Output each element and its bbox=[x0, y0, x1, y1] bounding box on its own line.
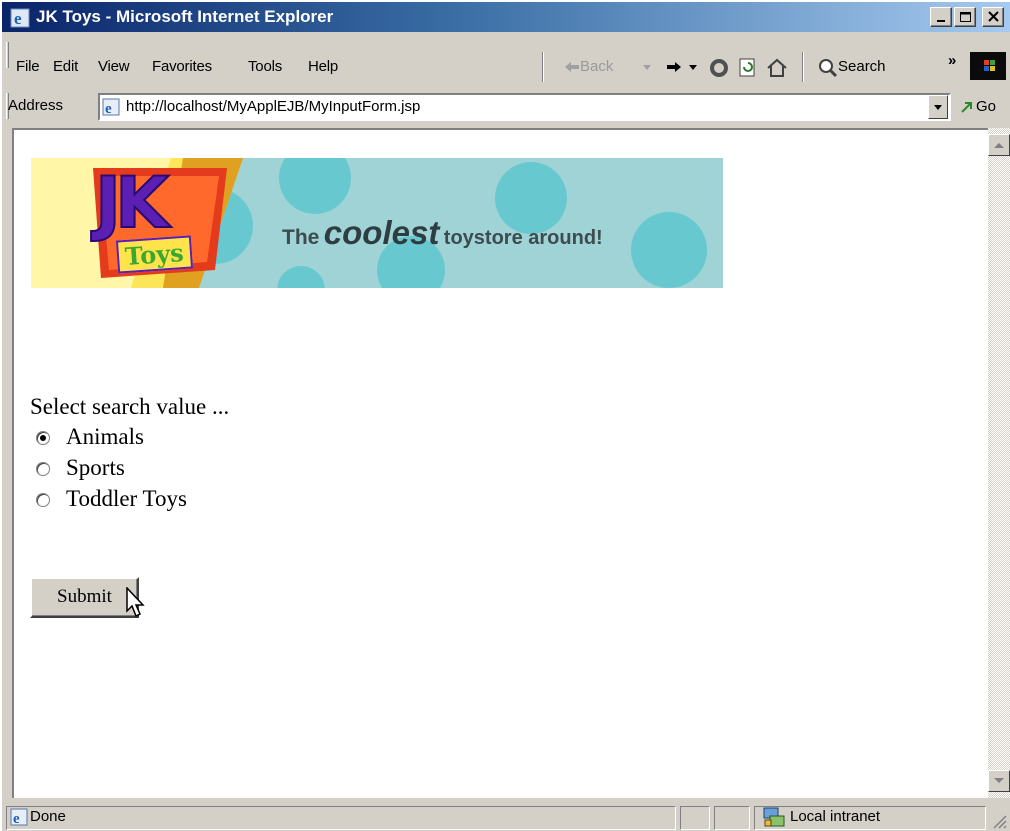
search-button[interactable]: Search bbox=[818, 54, 928, 80]
minimize-button[interactable] bbox=[930, 7, 952, 27]
svg-text:e: e bbox=[13, 811, 20, 826]
back-button[interactable]: Back bbox=[562, 54, 657, 80]
ie-logo-icon: e bbox=[10, 8, 30, 28]
vertical-scrollbar[interactable] bbox=[988, 128, 1010, 798]
menu-view[interactable]: View bbox=[98, 58, 130, 75]
logo-toys-text: Toys bbox=[115, 235, 193, 274]
close-button[interactable] bbox=[982, 7, 1004, 27]
window-title: JK Toys - Microsoft Internet Explorer bbox=[36, 7, 334, 26]
menu-edit[interactable]: Edit bbox=[53, 58, 78, 75]
back-arrow-icon bbox=[565, 62, 579, 72]
status-pane bbox=[714, 806, 750, 830]
address-url[interactable]: http://localhost/MyApplEJB/MyInputForm.j… bbox=[126, 98, 420, 115]
forward-button[interactable] bbox=[664, 54, 704, 80]
radio-label: Sports bbox=[66, 455, 125, 480]
stop-icon[interactable] bbox=[708, 57, 730, 79]
tagline-coolest: coolest bbox=[323, 214, 440, 251]
refresh-icon[interactable] bbox=[738, 57, 758, 79]
cursor-icon bbox=[126, 587, 145, 618]
scroll-up-button[interactable] bbox=[988, 134, 1010, 156]
back-label: Back bbox=[580, 58, 614, 75]
scroll-down-icon bbox=[994, 778, 1004, 783]
page-icon: e bbox=[102, 98, 120, 116]
forward-arrow-icon bbox=[667, 62, 681, 72]
title-bar[interactable]: e JK Toys - Microsoft Internet Explorer bbox=[2, 2, 1010, 32]
maximize-button[interactable] bbox=[954, 7, 976, 27]
toolbar-separator bbox=[542, 52, 544, 82]
resize-grip-icon[interactable] bbox=[988, 810, 1008, 830]
security-zone-label: Local intranet bbox=[790, 808, 881, 825]
browser-window: e JK Toys - Microsoft Internet Explorer … bbox=[0, 0, 1010, 831]
banner-tagline: The coolest toystore around! bbox=[282, 214, 603, 252]
dropdown-arrow-icon bbox=[643, 65, 651, 70]
search-icon bbox=[819, 59, 838, 78]
logo: JK Toys bbox=[87, 161, 227, 276]
home-icon[interactable] bbox=[766, 57, 788, 79]
address-dropdown-button[interactable] bbox=[928, 95, 948, 119]
radio-button[interactable] bbox=[36, 431, 50, 445]
address-label: Address bbox=[8, 97, 64, 114]
toolbar-separator bbox=[802, 52, 804, 82]
maximize-icon bbox=[960, 12, 971, 22]
close-icon bbox=[988, 11, 999, 22]
dropdown-arrow-icon bbox=[689, 65, 697, 70]
radio-label: Toddler Toys bbox=[66, 486, 187, 511]
windows-flag-icon bbox=[970, 52, 1006, 80]
submit-button[interactable]: Submit bbox=[30, 577, 139, 618]
go-arrow-icon bbox=[961, 102, 972, 113]
menu-favorites[interactable]: Favorites bbox=[152, 58, 212, 75]
radio-label: Animals bbox=[66, 424, 144, 449]
radio-button[interactable] bbox=[36, 493, 50, 507]
dropdown-arrow-icon bbox=[934, 105, 942, 110]
scroll-down-button[interactable] bbox=[988, 770, 1010, 792]
search-label: Search bbox=[838, 58, 886, 75]
menubar-grip[interactable] bbox=[6, 42, 9, 68]
page-icon: e bbox=[10, 808, 28, 826]
scroll-up-icon bbox=[994, 143, 1004, 148]
toolbar-chevron[interactable]: » bbox=[948, 52, 956, 69]
logo-jk-text: JK bbox=[94, 161, 170, 245]
radio-selected-dot bbox=[40, 435, 46, 441]
minimize-icon bbox=[937, 20, 945, 22]
go-button[interactable]: Go bbox=[960, 94, 1010, 120]
search-prompt: Select search value ... bbox=[30, 394, 230, 419]
status-pane bbox=[680, 806, 710, 830]
go-label: Go bbox=[976, 98, 997, 115]
tagline-the: The bbox=[282, 226, 320, 249]
status-pane-main bbox=[6, 806, 676, 830]
menu-help[interactable]: Help bbox=[308, 58, 338, 75]
status-text: Done bbox=[30, 808, 66, 825]
svg-text:e: e bbox=[105, 101, 112, 116]
intranet-icon bbox=[763, 807, 785, 827]
svg-text:e: e bbox=[14, 9, 22, 28]
menu-file[interactable]: File bbox=[16, 58, 40, 75]
radio-button[interactable] bbox=[36, 462, 50, 476]
tagline-rest: toystore around! bbox=[443, 227, 603, 249]
menu-tools[interactable]: Tools bbox=[248, 58, 282, 75]
